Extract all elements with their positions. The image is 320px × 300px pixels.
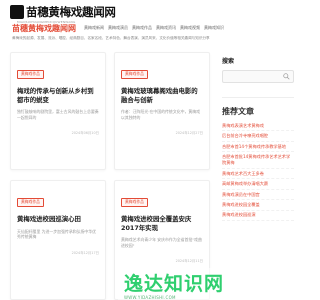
search-label: 搜索: [222, 58, 235, 65]
recommended-title: 推荐文章: [222, 107, 254, 116]
recommended-item[interactable]: 黄梅戏演员在中国宫: [222, 190, 294, 201]
recommended-item[interactable]: 合肥市首批14黄梅戏传承艺术艺术学院黄梅: [222, 152, 294, 169]
nav-item[interactable]: 黄梅戏新闻: [84, 25, 104, 31]
recommended-item[interactable]: 黄梅戏艺术百大王多卷: [222, 169, 294, 180]
recommended-item[interactable]: 后台前台冷寺嘹亮戏唱腔: [222, 131, 294, 142]
nav-item[interactable]: 黄梅戏演员: [108, 25, 128, 31]
nav-item[interactable]: 黄梅戏视频: [180, 25, 200, 31]
divider: [222, 97, 294, 98]
site-logo[interactable]: 苗穗黄梅戏趣闻网: [10, 3, 130, 21]
article-title[interactable]: 梅戏的传承与创新从乡村到都市的蜕变: [17, 87, 99, 104]
article-date: 2024年12月27日: [175, 131, 203, 136]
article-excerpt: 天仙配纤腰里 为进一步加强传承和弘扬中华优秀传统黄梅: [17, 228, 97, 240]
watermark-url: WWW.YIDAZHISHI.COM: [124, 294, 176, 300]
article-date: 2024年06月10日: [71, 131, 99, 136]
article-excerpt: 黄梅戏艺术向青少年 安庆市作为全省首批"戏曲进校园": [121, 237, 202, 248]
category-tag[interactable]: 黄梅戏作品: [121, 197, 148, 207]
nav-item[interactable]: 黄梅戏资讯: [156, 25, 176, 31]
article-card[interactable]: 黄梅戏作品 黄梅戏玻璃幕阁戏曲电影的融合与创新 作者：汪阵阳光·在中国的传统文化…: [114, 52, 210, 170]
article-card[interactable]: 黄梅戏作品 黄梅戏进校园巡演心田 天仙配纤腰里 为进一步加强传承和弘扬中华优秀传…: [10, 180, 106, 300]
nav-item[interactable]: 黄梅戏作品: [132, 25, 152, 31]
article-date: 2024年12月17日: [71, 250, 99, 255]
article-date: 2024年12月11日: [175, 259, 203, 264]
article-excerpt: 作者：汪阵阳光·在中国的传统文化中，黄梅戏以其独特的: [121, 109, 201, 120]
recommended-item[interactable]: 黄梅戏表演艺术黄梅戏: [222, 121, 294, 132]
article-grid: 黄梅戏作品 梅戏的传承与创新从乡村到都市的蜕变 独钉鼓敲响的剧院里，富士古风的鼓…: [10, 52, 216, 300]
category-tag[interactable]: 黄梅戏作品: [17, 69, 44, 79]
article-excerpt: 独钉鼓敲响的剧院里，富士古风的鼓台上总要奏一起悦耳的: [17, 109, 99, 120]
search-icon[interactable]: [283, 73, 290, 80]
recommended-item[interactable]: 高邮黄梅戏举办清唱大赛: [222, 179, 294, 190]
recommended-list: 黄梅戏表演艺术黄梅戏 后台前台冷寺嘹亮戏唱腔 合肥市首14个黄梅戏传承教学基地 …: [222, 121, 294, 222]
site-description: 黄梅戏的起源、发展、流派、唱腔、经典剧目、名家名段、艺术特色、舞台表演、演员风采…: [12, 36, 210, 40]
watermark-overlay: 逸达知识网 WWW.YIDAZHISHI.COM: [118, 268, 300, 300]
recommended-item[interactable]: 合肥市首14个黄梅戏传承教学基地: [222, 142, 294, 153]
logo-text: 苗穗黄梅戏趣闻网: [26, 5, 116, 19]
recommended-item[interactable]: 黄梅戏进校园巡演: [222, 211, 294, 222]
article-card[interactable]: 黄梅戏作品 梅戏的传承与创新从乡村到都市的蜕变 独钉鼓敲响的剧院里，富士古风的鼓…: [10, 52, 106, 170]
recommended-item[interactable]: 黄梅戏进校园全覆盖: [222, 200, 294, 211]
watermark-text: 逸达知识网: [124, 272, 225, 295]
sidebar: 搜索 推荐文章 黄梅戏表演艺术黄梅戏 后台前台冷寺嘹亮戏唱腔 合肥市首14个黄梅…: [222, 52, 294, 300]
search-box[interactable]: [222, 70, 294, 90]
nav-item[interactable]: 黄梅戏知识: [204, 25, 224, 31]
brand-title[interactable]: 苗穗黄梅戏趣闻网: [12, 23, 76, 34]
search-input[interactable]: [223, 79, 281, 90]
article-title[interactable]: 黄梅戏玻璃幕阁戏曲电影的融合与创新: [121, 87, 203, 104]
logo-icon: [10, 5, 24, 19]
category-tag[interactable]: 黄梅戏作品: [17, 197, 44, 207]
category-tag[interactable]: 黄梅戏作品: [121, 69, 148, 79]
nav-items: 黄梅戏新闻 黄梅戏演员 黄梅戏作品 黄梅戏资讯 黄梅戏视频 黄梅戏知识: [84, 25, 224, 31]
article-title[interactable]: 黄梅戏进校园全覆盖安庆2017年实现: [121, 215, 203, 232]
site-header: 苗穗黄梅戏趣闻网 MIAOSUIHUANGMEIXIQUWENWANG 苗穗黄梅…: [0, 0, 300, 46]
article-title[interactable]: 黄梅戏进校园巡演心田: [17, 215, 99, 224]
main-nav: 苗穗黄梅戏趣闻网 黄梅戏新闻 黄梅戏演员 黄梅戏作品 黄梅戏资讯 黄梅戏视频 黄…: [0, 22, 300, 34]
